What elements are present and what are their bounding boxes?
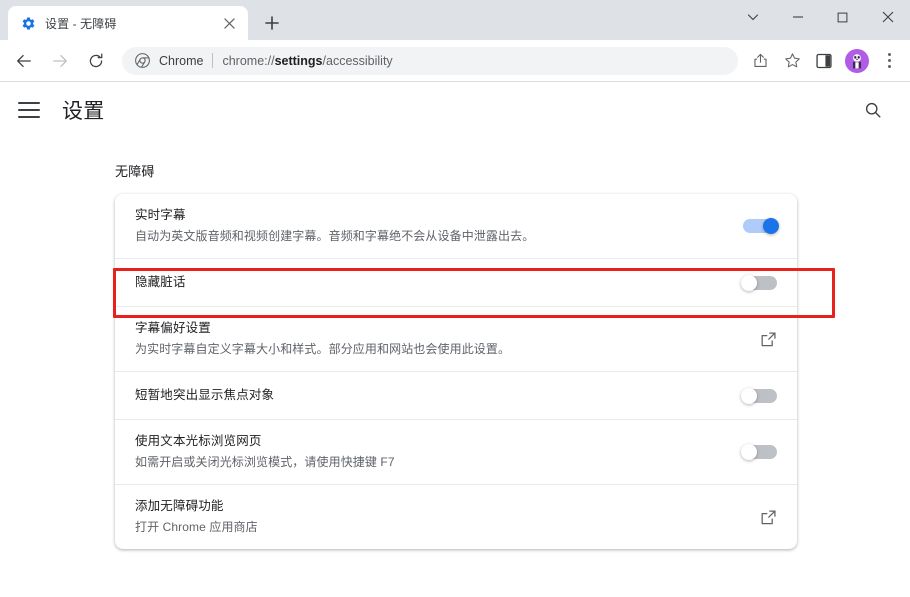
new-tab-button[interactable] [258, 9, 286, 37]
omnibox-url: chrome://settings/accessibility [222, 54, 392, 68]
hamburger-line [18, 102, 40, 104]
title-bar: 设置 - 无障碍 [0, 0, 910, 40]
browser-toolbar: Chrome chrome://settings/accessibility [0, 40, 910, 82]
settings-content: 无障碍 实时字幕 自动为英文版音频和视频创建字幕。音频和字幕绝不会从设备中泄露出… [0, 161, 910, 549]
star-icon[interactable] [778, 47, 806, 75]
window-controls [730, 0, 910, 34]
browser-window: 设置 - 无障碍 Chrome chrome://settings/access… [0, 0, 910, 597]
settings-page: 设置 无障碍 实时字幕 自动为英文版音频和视频创建字幕。音频和字幕绝不会从设备中… [0, 82, 910, 596]
omnibox-url-bold: settings [274, 53, 323, 68]
hamburger-menu-icon[interactable] [18, 97, 44, 123]
profile-avatar[interactable] [845, 48, 869, 73]
toggle-knob [741, 274, 757, 291]
setting-row-caption-preferences[interactable]: 字幕偏好设置 为实时字幕自定义字幕大小和样式。部分应用和网站也会使用此设置。 [115, 307, 797, 372]
omnibox-separator [212, 53, 214, 68]
setting-row-mask-profanity[interactable]: 隐藏脏话 [115, 259, 797, 307]
row-text: 字幕偏好设置 为实时字幕自定义字幕大小和样式。部分应用和网站也会使用此设置。 [135, 307, 743, 371]
setting-label: 添加无障碍功能 [135, 499, 224, 513]
row-text: 添加无障碍功能 打开 Chrome 应用商店 [135, 485, 743, 549]
setting-row-caret-browsing[interactable]: 使用文本光标浏览网页 如需开启或关闭光标浏览模式，请使用快捷键 F7 [115, 420, 797, 485]
section-title-accessibility: 无障碍 [115, 164, 155, 179]
reload-icon[interactable] [80, 45, 112, 77]
omnibox-url-suffix: /accessibility [322, 53, 393, 68]
toggle-caret-browsing[interactable] [741, 444, 777, 460]
row-text: 隐藏脏话 [135, 261, 727, 304]
setting-description: 打开 Chrome 应用商店 [135, 520, 258, 534]
tab-title: 设置 - 无障碍 [45, 16, 117, 31]
menu-dot [887, 65, 891, 68]
menu-dot [887, 53, 891, 56]
settings-gear-icon [20, 15, 36, 31]
setting-description: 如需开启或关闭光标浏览模式，请使用快捷键 F7 [135, 455, 395, 469]
share-icon[interactable] [746, 47, 774, 75]
hamburger-line [18, 116, 40, 118]
toggle-live-caption[interactable] [743, 218, 779, 234]
page-title: 设置 [62, 100, 105, 123]
row-text: 短暂地突出显示焦点对象 [135, 374, 727, 417]
omnibox-url-prefix: chrome:// [222, 53, 275, 68]
back-arrow-icon[interactable] [8, 45, 40, 77]
setting-description: 为实时字幕自定义字幕大小和样式。部分应用和网站也会使用此设置。 [135, 342, 511, 356]
tab-close-icon[interactable] [220, 14, 238, 32]
chrome-logo-icon [134, 53, 150, 69]
forward-arrow-icon[interactable] [44, 45, 76, 77]
toggle-mask-profanity[interactable] [741, 274, 777, 291]
tab-search-chevron-icon[interactable] [730, 0, 775, 34]
setting-label: 使用文本光标浏览网页 [135, 434, 262, 448]
search-icon[interactable] [858, 95, 888, 125]
toggle-knob [763, 218, 779, 234]
setting-description: 自动为英文版音频和视频创建字幕。音频和字幕绝不会从设备中泄露出去。 [135, 229, 535, 243]
settings-header: 设置 [0, 82, 910, 138]
menu-dot [887, 59, 891, 62]
window-close-icon[interactable] [865, 0, 910, 34]
setting-label: 字幕偏好设置 [135, 321, 211, 335]
toggle-knob [741, 387, 757, 404]
side-panel-icon[interactable] [810, 47, 838, 75]
maximize-icon[interactable] [820, 0, 865, 34]
setting-row-focus-highlight[interactable]: 短暂地突出显示焦点对象 [115, 372, 797, 420]
setting-label: 隐藏脏话 [135, 275, 186, 289]
row-text: 使用文本光标浏览网页 如需开启或关闭光标浏览模式，请使用快捷键 F7 [135, 420, 727, 484]
setting-label: 实时字幕 [135, 208, 186, 222]
toggle-focus-highlight[interactable] [741, 387, 777, 404]
three-dot-menu-icon[interactable] [876, 46, 902, 76]
setting-row-add-accessibility-features[interactable]: 添加无障碍功能 打开 Chrome 应用商店 [115, 485, 797, 549]
tab-strip: 设置 - 无障碍 [0, 0, 286, 40]
minimize-icon[interactable] [775, 0, 820, 34]
external-link-icon[interactable] [759, 330, 777, 348]
toggle-knob [741, 444, 757, 460]
hamburger-line [18, 109, 40, 111]
omnibox-site-chip: Chrome [159, 53, 204, 68]
accessibility-settings-card: 实时字幕 自动为英文版音频和视频创建字幕。音频和字幕绝不会从设备中泄露出去。 隐… [115, 194, 797, 549]
browser-tab[interactable]: 设置 - 无障碍 [8, 6, 248, 40]
address-bar[interactable]: Chrome chrome://settings/accessibility [122, 46, 738, 75]
external-link-icon[interactable] [759, 508, 777, 526]
setting-row-live-caption[interactable]: 实时字幕 自动为英文版音频和视频创建字幕。音频和字幕绝不会从设备中泄露出去。 [115, 194, 797, 259]
setting-label: 短暂地突出显示焦点对象 [135, 388, 275, 402]
row-text: 实时字幕 自动为英文版音频和视频创建字幕。音频和字幕绝不会从设备中泄露出去。 [135, 194, 727, 258]
